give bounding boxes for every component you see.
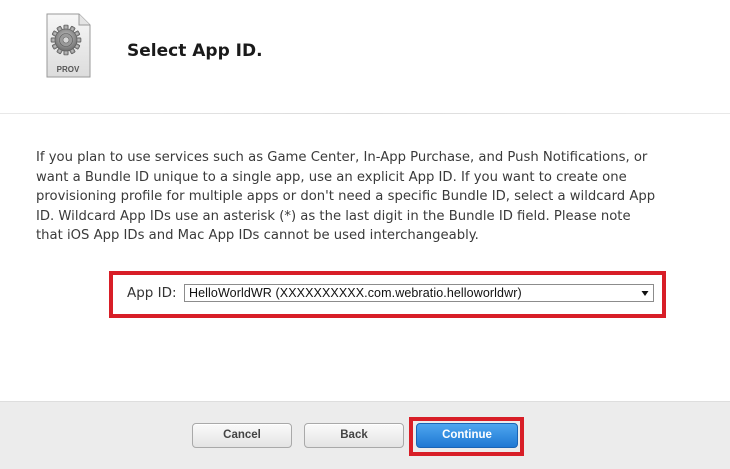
dropdown-arrow-icon <box>641 291 649 296</box>
page-title: Select App ID. <box>127 41 263 61</box>
app-id-select[interactable]: HelloWorldWR (XXXXXXXXXX.com.webratio.he… <box>184 284 654 302</box>
continue-button[interactable]: Continue <box>416 423 518 448</box>
app-id-selected-value: HelloWorldWR (XXXXXXXXXX.com.webratio.he… <box>189 286 522 300</box>
provisioning-profile-icon: PROV <box>46 13 91 78</box>
back-button[interactable]: Back <box>304 423 404 448</box>
instructions-text: If you plan to use services such as Game… <box>36 150 656 244</box>
header-divider <box>0 113 730 114</box>
app-id-label: App ID: <box>127 285 177 301</box>
cancel-button[interactable]: Cancel <box>192 423 292 448</box>
header: PROV Select App ID. <box>0 0 730 112</box>
prov-icon-label: PROV <box>57 65 80 74</box>
